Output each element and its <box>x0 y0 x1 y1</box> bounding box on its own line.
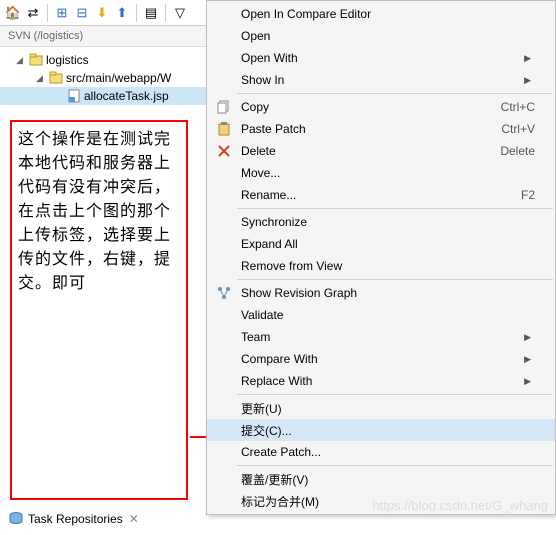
menu-compare-with[interactable]: Compare With▶ <box>207 348 555 370</box>
menu-mark-merged[interactable]: 标记为合并(M) <box>207 490 555 512</box>
menu-create-patch[interactable]: Create Patch... <box>207 441 555 463</box>
instruction-text: 这个操作是在测试完本地代码和服务器上代码有没有冲突后，在点击上个图的那个上传标签… <box>18 128 180 296</box>
tree-label: allocateTask.jsp <box>84 89 169 103</box>
separator <box>136 4 137 22</box>
menu-show-in[interactable]: Show In▶ <box>207 69 555 91</box>
separator <box>47 4 48 22</box>
chevron-right-icon: ▶ <box>524 376 535 387</box>
context-menu: Open In Compare Editor Open Open With▶ S… <box>206 0 556 515</box>
delete-icon <box>211 144 237 158</box>
menu-expand-all[interactable]: Expand All <box>207 233 555 255</box>
menu-separator <box>237 93 553 94</box>
menu-open-with[interactable]: Open With▶ <box>207 47 555 69</box>
menu-synchronize[interactable]: Synchronize <box>207 211 555 233</box>
menu-move[interactable]: Move... <box>207 162 555 184</box>
menu-team[interactable]: Team▶ <box>207 326 555 348</box>
chevron-right-icon: ▶ <box>524 75 535 86</box>
instruction-box: 这个操作是在测试完本地代码和服务器上代码有没有冲突后，在点击上个图的那个上传标签… <box>10 120 188 500</box>
menu-separator <box>237 208 553 209</box>
menu-show-revision[interactable]: Show Revision Graph <box>207 282 555 304</box>
file-icon <box>66 88 82 104</box>
menu-copy[interactable]: CopyCtrl+C <box>207 96 555 118</box>
repository-icon <box>8 511 24 527</box>
twisty-icon[interactable]: ◢ <box>16 55 28 66</box>
separator <box>165 4 166 22</box>
menu-separator <box>237 394 553 395</box>
down-icon[interactable]: ⬇ <box>93 4 111 22</box>
link-icon[interactable]: ⇄ <box>24 4 42 22</box>
copy-icon <box>211 100 237 114</box>
menu-separator <box>237 465 553 466</box>
chevron-right-icon: ▶ <box>524 354 535 365</box>
task-repositories-view[interactable]: Task Repositories ✕ <box>4 507 143 531</box>
menu-open-compare[interactable]: Open In Compare Editor <box>207 3 555 25</box>
up-icon[interactable]: ⬆ <box>113 4 131 22</box>
close-icon[interactable]: ✕ <box>129 512 139 526</box>
graph-icon <box>211 286 237 300</box>
tree-label: src/main/webapp/W <box>66 71 171 85</box>
menu-rename[interactable]: Rename...F2 <box>207 184 555 206</box>
menu-replace-with[interactable]: Replace With▶ <box>207 370 555 392</box>
menu-commit[interactable]: 提交(C)... <box>207 419 555 441</box>
menu-override-update[interactable]: 覆盖/更新(V) <box>207 468 555 490</box>
home-icon[interactable]: 🏠 <box>4 4 22 22</box>
menu-paste-patch[interactable]: Paste PatchCtrl+V <box>207 118 555 140</box>
menu-open[interactable]: Open <box>207 25 555 47</box>
menu-remove-view[interactable]: Remove from View <box>207 255 555 277</box>
menu-validate[interactable]: Validate <box>207 304 555 326</box>
paste-icon <box>211 122 237 136</box>
menu-separator <box>237 279 553 280</box>
task-repositories-label: Task Repositories <box>28 512 123 526</box>
expand-back-icon[interactable]: ⊞ <box>53 4 71 22</box>
menu-delete[interactable]: DeleteDelete <box>207 140 555 162</box>
project-icon <box>28 52 44 68</box>
layout-icon[interactable]: ▤ <box>142 4 160 22</box>
chevron-right-icon: ▶ <box>524 332 535 343</box>
menu-update[interactable]: 更新(U) <box>207 397 555 419</box>
menu-icon[interactable]: ▽ <box>171 4 189 22</box>
folder-icon <box>48 70 64 86</box>
chevron-right-icon: ▶ <box>524 53 535 64</box>
twisty-icon[interactable]: ◢ <box>36 73 48 84</box>
tree-label: logistics <box>46 53 89 67</box>
expand-forward-icon[interactable]: ⊟ <box>73 4 91 22</box>
